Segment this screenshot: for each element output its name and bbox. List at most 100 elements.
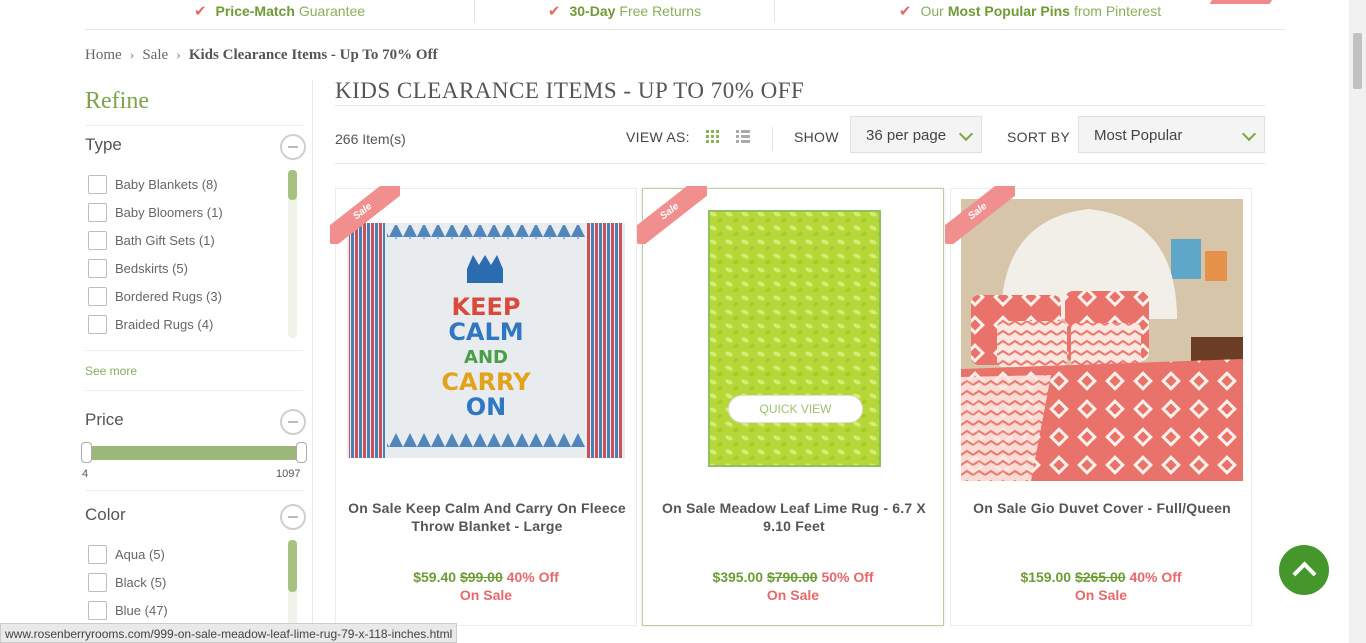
checkbox[interactable] [88, 175, 107, 194]
promo-rest: Free Returns [619, 3, 702, 19]
sale-ribbon: Sale [330, 186, 400, 244]
back-to-top-button[interactable] [1279, 545, 1329, 595]
filter-option[interactable]: Aqua (5) [88, 545, 165, 564]
page-scrollbar-thumb[interactable] [1353, 33, 1362, 89]
promo-bold: Price-Match [215, 3, 295, 19]
sale-ribbon-label: Sale [945, 186, 1015, 244]
breadcrumb-sale[interactable]: Sale [142, 47, 168, 64]
facet-title-type[interactable]: Type [85, 135, 122, 155]
collapse-price-icon[interactable] [280, 409, 306, 435]
filter-option[interactable]: Bedskirts (5) [88, 259, 188, 278]
sort-by-label: SORT BY [1007, 129, 1071, 145]
quick-view-button[interactable]: QUICK VIEW [728, 395, 863, 423]
product-image-lime-rug[interactable] [708, 210, 881, 467]
promo-bold: 30-Day [569, 3, 616, 19]
sort-value: Most Popular [1094, 127, 1183, 144]
price-current: $395.00 [712, 569, 764, 585]
checkbox[interactable] [88, 315, 107, 334]
on-sale-label: On Sale [766, 587, 820, 603]
color-scrollbar-thumb[interactable] [288, 540, 297, 592]
checkbox[interactable] [88, 601, 107, 620]
price-min-value: 4 [82, 468, 89, 480]
checkbox[interactable] [88, 259, 107, 278]
filter-option[interactable]: Bath Gift Sets (1) [88, 231, 215, 250]
page: ✔ Price-Match Guarantee ✔ 30-Day Free Re… [0, 0, 1366, 643]
facet-title-price[interactable]: Price [85, 410, 124, 430]
on-sale-label: On Sale [1074, 587, 1128, 603]
filter-option-label: Black (5) [115, 575, 167, 590]
promo-bold: Most Popular Pins [947, 3, 1070, 19]
collapse-type-icon[interactable] [280, 134, 306, 160]
filter-option[interactable]: Black (5) [88, 573, 166, 592]
checkbox[interactable] [88, 545, 107, 564]
chevron-right-icon: › [129, 47, 135, 63]
breadcrumb: Home › Sale › Kids Clearance Items - Up … [85, 47, 438, 64]
type-scrollbar[interactable] [288, 170, 297, 338]
check-icon: ✔ [193, 3, 207, 20]
chevron-down-icon [958, 126, 974, 142]
facet-title-color[interactable]: Color [85, 505, 126, 525]
sale-ribbon: Sale [945, 186, 1015, 244]
divider [772, 127, 773, 151]
listing-toolbar: 266 Item(s) VIEW AS: SHOW 36 per page SO… [335, 116, 1265, 164]
page-title: KIDS CLEARANCE ITEMS - UP TO 70% OFF [335, 78, 1265, 106]
price-current: $159.00 [1020, 569, 1072, 585]
filter-option[interactable]: Baby Blankets (8) [88, 175, 218, 194]
type-scrollbar-thumb[interactable] [288, 170, 297, 200]
promo-price-match[interactable]: ✔ Price-Match Guarantee [85, 0, 475, 22]
checkbox[interactable] [88, 203, 107, 222]
artwork-word: CARRY [441, 368, 531, 396]
checkbox[interactable] [88, 287, 107, 306]
page-scrollbar[interactable] [1349, 0, 1366, 643]
product-title[interactable]: On Sale Gio Duvet Cover - Full/Queen [959, 499, 1245, 517]
breadcrumb-home[interactable]: Home [85, 47, 122, 64]
product-card[interactable]: Sale On Sale Gio Duvet Cover - Full/Quee… [945, 186, 1252, 626]
filter-option-label: Baby Blankets (8) [115, 177, 218, 192]
per-page-select[interactable]: 36 per page [850, 116, 982, 153]
refine-sidebar: Refine Type Baby Blankets (8) Baby Bloom… [81, 80, 313, 643]
promo-returns[interactable]: ✔ 30-Day Free Returns [475, 0, 775, 22]
product-card[interactable]: QUICK VIEW Sale On Sale Meadow Leaf Lime… [637, 186, 944, 626]
price-slider-max-handle[interactable] [296, 442, 307, 463]
filter-option[interactable]: Bordered Rugs (3) [88, 287, 222, 306]
per-page-value: 36 per page [866, 127, 947, 144]
show-label: SHOW [794, 129, 839, 145]
collapse-color-icon[interactable] [280, 504, 306, 530]
price-slider-min-handle[interactable] [81, 442, 92, 463]
chevron-right-icon: › [176, 47, 181, 63]
checkbox[interactable] [88, 573, 107, 592]
sort-select[interactable]: Most Popular [1078, 116, 1265, 153]
price-original: $790.00 [766, 569, 818, 585]
sale-ribbon-label: Sale [637, 186, 707, 244]
filter-option-label: Bath Gift Sets (1) [115, 233, 215, 248]
grid-view-icon[interactable] [706, 130, 719, 143]
filter-option-label: Aqua (5) [115, 547, 165, 562]
filter-option-label: Baby Bloomers (1) [115, 205, 223, 220]
promo-rest: Guarantee [298, 3, 366, 19]
product-card[interactable]: KEEP CALM AND CARRY ON Sale On Sale Keep… [330, 186, 637, 626]
breadcrumb-current: Kids Clearance Items - Up To 70% Off [188, 47, 438, 63]
artwork-word: ON [465, 393, 507, 421]
artwork-word: AND [464, 347, 508, 368]
view-as-label: VIEW AS: [626, 129, 690, 145]
product-image-keep-calm[interactable]: KEEP CALM AND CARRY ON [347, 223, 625, 458]
artwork-word: CALM [448, 318, 524, 346]
product-title[interactable]: On Sale Keep Calm And Carry On Fleece Th… [344, 499, 630, 535]
promo-prefix: Our [920, 3, 944, 19]
status-bar-url: www.rosenberryrooms.com/999-on-sale-mead… [0, 623, 458, 643]
sale-ribbon-label: Sale [330, 186, 400, 244]
filter-option[interactable]: Blue (47) [88, 601, 168, 620]
list-view-icon[interactable] [736, 130, 750, 143]
chevron-down-icon [1241, 126, 1257, 142]
color-scrollbar[interactable] [288, 540, 297, 630]
promo-strip: ✔ Price-Match Guarantee ✔ 30-Day Free Re… [85, 0, 1285, 30]
product-price: $59.40 $99.00 40% Off [336, 569, 636, 585]
checkbox[interactable] [88, 231, 107, 250]
filter-option[interactable]: Baby Bloomers (1) [88, 203, 223, 222]
filter-option-label: Blue (47) [115, 603, 168, 618]
price-slider-range[interactable] [88, 446, 303, 460]
filter-option[interactable]: Braided Rugs (4) [88, 315, 213, 334]
see-more-link[interactable]: See more [85, 364, 137, 378]
product-title[interactable]: On Sale Meadow Leaf Lime Rug - 6.7 X 9.1… [651, 499, 937, 535]
price-original: $265.00 [1074, 569, 1126, 585]
